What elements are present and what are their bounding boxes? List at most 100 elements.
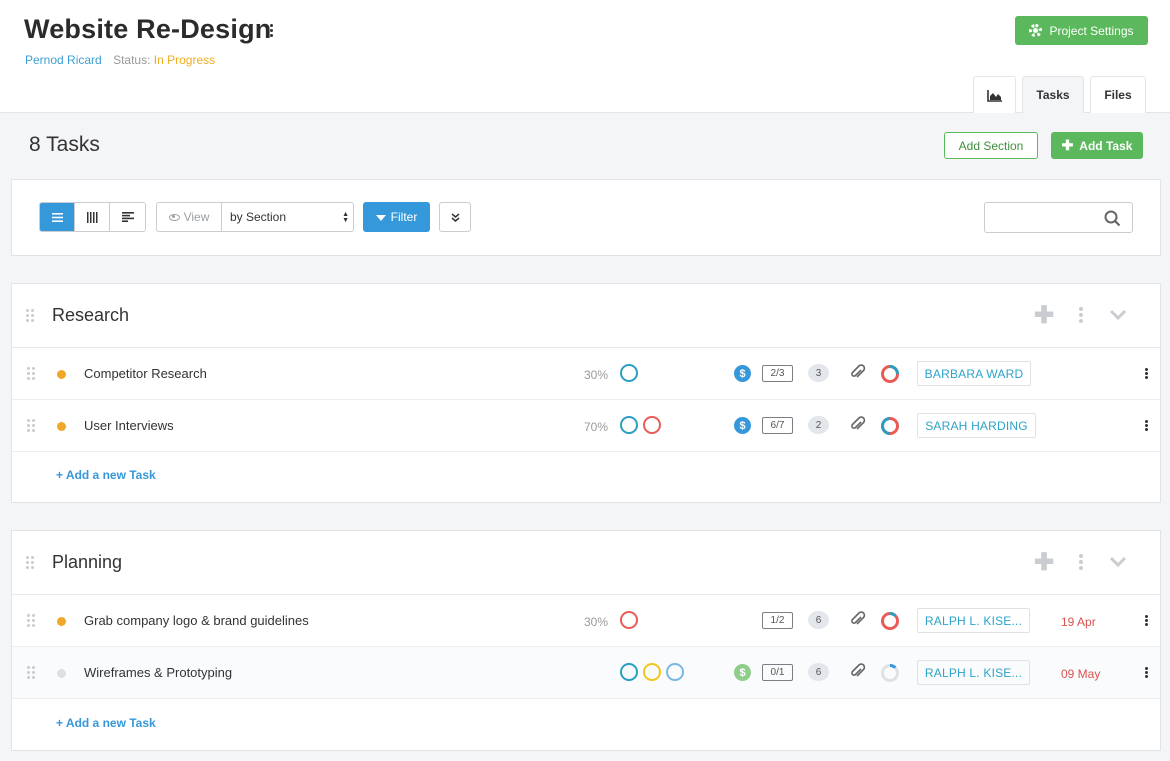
stage-ring-icon[interactable] <box>620 611 638 629</box>
assignee-badge[interactable]: BARBARA WARD <box>917 361 1031 386</box>
assignee-badge[interactable]: RALPH L. KISE... <box>917 608 1030 633</box>
project-settings-button[interactable]: Project Settings <box>1015 16 1148 45</box>
drag-handle-icon[interactable] <box>27 614 35 628</box>
comment-count[interactable]: 6 <box>808 611 829 629</box>
stage-ring-icon[interactable] <box>620 416 638 434</box>
task-name[interactable]: Wireframes & Prototyping <box>84 665 232 680</box>
assignee-badge[interactable]: RALPH L. KISE... <box>917 660 1030 685</box>
add-new-task-link[interactable]: + Add a new Task <box>56 716 156 730</box>
timeline-icon <box>121 212 134 222</box>
task-toolbar: View by Section ▲ ▼ Filter <box>11 179 1161 256</box>
stage-ring-icon[interactable] <box>620 663 638 681</box>
task-progress: 30% <box>584 368 609 382</box>
stage-indicators <box>620 364 638 382</box>
project-title: Website Re-Design <box>24 14 272 44</box>
chevron-down-icon[interactable] <box>1109 556 1127 568</box>
add-icon[interactable]: ✚ <box>1034 304 1054 328</box>
paperclip-icon[interactable] <box>849 611 866 628</box>
list-view-button[interactable] <box>40 203 75 231</box>
time-tracking-icon <box>881 365 899 383</box>
tab-tasks[interactable]: Tasks <box>1022 76 1084 113</box>
comment-count[interactable]: 6 <box>808 663 829 681</box>
board-view-button[interactable] <box>75 203 110 231</box>
section-header: Planning ✚ <box>12 531 1160 595</box>
view-label: View <box>183 210 210 224</box>
filter-icon <box>375 215 386 221</box>
table-row[interactable]: Competitor Research 30% $ 2/3 3 BARBARA … <box>12 348 1160 400</box>
section-menu-icon[interactable] <box>1079 554 1083 572</box>
eye-icon <box>168 213 180 221</box>
project-meta: Pernod Ricard Status: In Progress <box>25 53 215 67</box>
subtask-count[interactable]: 6/7 <box>762 417 793 434</box>
drag-handle-icon[interactable] <box>27 666 35 680</box>
task-name[interactable]: Competitor Research <box>84 366 207 381</box>
time-tracking-icon <box>881 664 899 682</box>
table-row[interactable]: User Interviews 70% $ 6/7 2 SARAH HARDIN… <box>12 400 1160 452</box>
comment-count[interactable]: 3 <box>808 364 829 382</box>
status-label: Status: <box>113 53 151 67</box>
project-settings-label: Project Settings <box>1049 23 1134 38</box>
paperclip-icon[interactable] <box>849 663 866 680</box>
filter-label: Filter <box>390 210 418 224</box>
table-row[interactable]: Wireframes & Prototyping $ 0/1 6 RALPH L… <box>12 647 1160 699</box>
tab-files[interactable]: Files <box>1090 76 1146 113</box>
dollar-icon[interactable]: $ <box>734 417 751 434</box>
stage-indicators <box>620 416 661 434</box>
drag-handle-icon[interactable] <box>26 556 34 570</box>
gear-icon <box>1029 24 1043 37</box>
section-menu-icon[interactable] <box>1079 307 1083 325</box>
select-arrows-icon: ▲ ▼ <box>342 211 349 224</box>
plus-icon: ✚ <box>1061 137 1074 153</box>
drag-handle-icon[interactable] <box>26 309 34 323</box>
row-menu-icon[interactable] <box>1145 420 1148 432</box>
group-by-select[interactable]: by Section ▲ ▼ <box>221 202 354 232</box>
due-date: 19 Apr <box>1061 615 1096 629</box>
row-menu-icon[interactable] <box>1145 615 1148 627</box>
add-new-task-link[interactable]: + Add a new Task <box>56 468 156 482</box>
group-by-value: by Section <box>230 210 287 224</box>
timeline-view-button[interactable] <box>110 203 145 231</box>
dollar-icon[interactable]: $ <box>734 664 751 681</box>
expand-all-button[interactable] <box>439 202 471 232</box>
status-value: In Progress <box>153 53 216 67</box>
section-title: Research <box>52 305 130 325</box>
task-progress: 30% <box>584 615 609 629</box>
client-link[interactable]: Pernod Ricard <box>25 53 102 67</box>
area-chart-icon <box>986 89 1002 102</box>
subtask-count[interactable]: 1/2 <box>762 612 793 629</box>
project-menu-icon[interactable] <box>264 22 278 42</box>
paperclip-icon[interactable] <box>849 416 866 433</box>
stage-indicators <box>620 611 638 629</box>
view-button[interactable]: View <box>156 202 222 232</box>
drag-handle-icon[interactable] <box>27 419 35 433</box>
chevron-down-icon[interactable] <box>1109 309 1127 321</box>
stage-ring-icon[interactable] <box>620 364 638 382</box>
assignee-badge[interactable]: SARAH HARDING <box>917 413 1036 438</box>
filter-button[interactable]: Filter <box>363 202 430 232</box>
subtask-count[interactable]: 0/1 <box>762 664 793 681</box>
search-input[interactable] <box>984 202 1133 233</box>
table-row[interactable]: Grab company logo & brand guidelines 30%… <box>12 595 1160 647</box>
add-task-button[interactable]: ✚ Add Task <box>1051 132 1143 159</box>
row-menu-icon[interactable] <box>1145 368 1148 380</box>
task-name[interactable]: User Interviews <box>84 418 174 433</box>
tab-chart[interactable] <box>973 76 1016 113</box>
task-name[interactable]: Grab company logo & brand guidelines <box>84 613 309 628</box>
comment-count[interactable]: 2 <box>808 416 829 434</box>
priority-dot <box>57 370 66 379</box>
search-icon[interactable] <box>1104 210 1121 227</box>
double-chevron-down-icon <box>451 212 459 222</box>
priority-dot <box>57 669 66 678</box>
board-icon <box>86 211 97 223</box>
paperclip-icon[interactable] <box>849 364 866 381</box>
dollar-icon[interactable]: $ <box>734 365 751 382</box>
drag-handle-icon[interactable] <box>27 367 35 381</box>
row-menu-icon[interactable] <box>1145 667 1148 679</box>
stage-ring-icon[interactable] <box>666 663 684 681</box>
add-icon[interactable]: ✚ <box>1034 551 1054 575</box>
stage-ring-icon[interactable] <box>643 416 661 434</box>
subtask-count[interactable]: 2/3 <box>762 365 793 382</box>
stage-indicators <box>620 663 684 681</box>
stage-ring-icon[interactable] <box>643 663 661 681</box>
add-section-button[interactable]: Add Section <box>944 132 1038 159</box>
